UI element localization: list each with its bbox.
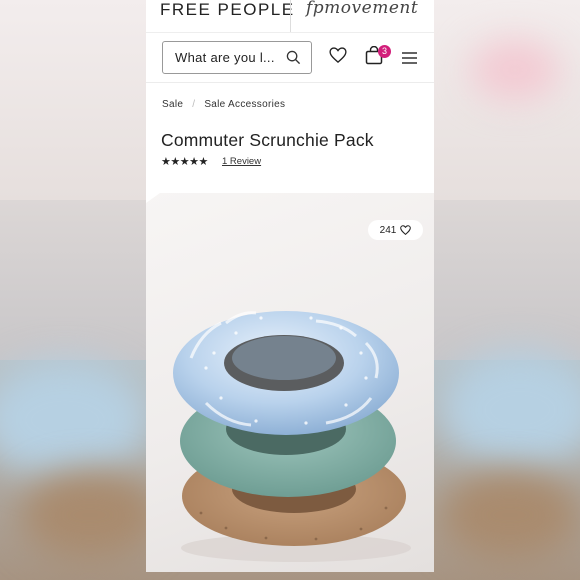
product-page: FREE PEOPLE fpmovement What are you l...…: [146, 0, 434, 572]
product-image[interactable]: [146, 193, 434, 572]
search-placeholder: What are you l...: [175, 50, 275, 65]
shopping-bag-button[interactable]: 3: [365, 45, 391, 70]
breadcrumb-link-sale-accessories[interactable]: Sale Accessories: [204, 99, 285, 110]
scrunchie-photo: [173, 311, 411, 562]
header-divider: [290, 0, 291, 32]
search-icon[interactable]: [286, 50, 301, 70]
search-input[interactable]: What are you l...: [162, 41, 312, 74]
reviews-link[interactable]: 1 Review: [222, 156, 261, 167]
product-title: Commuter Scrunchie Pack: [161, 130, 374, 150]
wishlist-heart-icon[interactable]: [329, 47, 347, 68]
fp-movement-logo[interactable]: fpmovement: [306, 0, 418, 18]
heart-icon: [400, 225, 412, 235]
breadcrumb-link-sale[interactable]: Sale: [162, 99, 183, 110]
image-corner-notch: [146, 193, 160, 203]
nav-divider: [146, 82, 434, 83]
rating-stars: ★★★★★: [161, 156, 208, 168]
hamburger-menu-icon[interactable]: [402, 51, 417, 69]
like-button[interactable]: 241: [368, 220, 423, 240]
breadcrumb-separator: /: [192, 99, 196, 110]
like-count: 241: [379, 224, 397, 236]
cart-count-badge: 3: [378, 45, 391, 58]
brand-logo[interactable]: FREE PEOPLE: [160, 0, 295, 20]
site-header: FREE PEOPLE fpmovement: [146, 0, 434, 33]
breadcrumb: Sale / Sale Accessories: [162, 99, 285, 110]
